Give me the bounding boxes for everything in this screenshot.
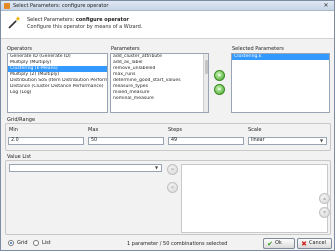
footer-bar: Grid List 1 parameter / 50 combinations … (1, 237, 334, 251)
move-value-up-button[interactable]: ▴ (319, 193, 330, 204)
max-label: Max (88, 127, 99, 133)
close-icon[interactable]: ✕ (322, 2, 330, 9)
grid-radio[interactable] (8, 240, 14, 246)
ok-button[interactable]: ✔ Ok (263, 238, 295, 249)
header-title: Select Parameters: configure operator (27, 17, 129, 23)
operators-list[interactable]: Generate ID (Generate ID) Multiply (Multi… (7, 53, 108, 113)
value-input[interactable]: ▼ (9, 164, 162, 172)
remove-parameter-button[interactable]: « (214, 84, 225, 95)
cancel-label: Cancel (309, 240, 326, 246)
selected-parameters-list[interactable]: Clustering.k (231, 53, 330, 113)
window-title: Select Parameters: configure operator (13, 3, 109, 9)
list-radio[interactable] (33, 240, 39, 246)
selected-parameters-label: Selected Parameters (232, 46, 284, 52)
scale-select[interactable]: linear ▼ (248, 137, 327, 145)
ok-label: Ok (275, 240, 282, 246)
min-label: Min (9, 127, 18, 133)
scale-value: linear (251, 138, 265, 143)
scrollbar-thumb[interactable] (205, 60, 208, 74)
wizard-wand-icon (8, 16, 21, 29)
chevron-down-icon: ▼ (320, 138, 324, 143)
selected-parameter-item[interactable]: Clustering.k (232, 54, 329, 60)
add-value-button[interactable]: » (167, 164, 178, 175)
list-radio-label: List (42, 240, 51, 246)
parameters-label: Parameters (111, 46, 140, 52)
operator-list-item[interactable]: Log (Log) (8, 90, 107, 96)
steps-label: Steps (168, 127, 182, 133)
parameters-scrollbar[interactable] (203, 54, 208, 112)
configure-operator-dialog: Select Parameters: configure operator ✕ … (0, 0, 335, 251)
steps-field[interactable]: 49 (168, 137, 244, 145)
parameters-list[interactable]: add_cluster_attribute add_as_label remove_… (110, 53, 209, 113)
app-icon (4, 3, 10, 9)
move-value-down-button[interactable]: ▾ (319, 207, 330, 218)
max-field[interactable]: 50 (88, 137, 164, 145)
checkmark-icon: ✔ (267, 240, 273, 248)
title-bar: Select Parameters: configure operator ✕ (1, 1, 334, 11)
status-text: 1 parameter / 50 combinations selected (127, 241, 228, 247)
cancel-x-icon: ✖ (301, 240, 307, 248)
value-list[interactable] (181, 164, 328, 233)
cancel-button[interactable]: ✖ Cancel (297, 238, 332, 249)
min-field[interactable]: 2.0 (8, 137, 84, 145)
add-parameter-button[interactable]: » (214, 70, 225, 81)
wizard-header: Select Parameters: configure operator Co… (1, 11, 334, 39)
remove-value-button[interactable]: « (167, 182, 178, 193)
parameter-list-item[interactable]: nominal_measure (111, 96, 208, 102)
operators-label: Operators (7, 46, 32, 52)
grid-radio-label: Grid (17, 240, 28, 246)
scale-label: Scale (248, 127, 262, 133)
header-subtitle: Configure this operator by means of a Wi… (27, 24, 143, 30)
chevron-down-icon: ▼ (155, 165, 159, 170)
